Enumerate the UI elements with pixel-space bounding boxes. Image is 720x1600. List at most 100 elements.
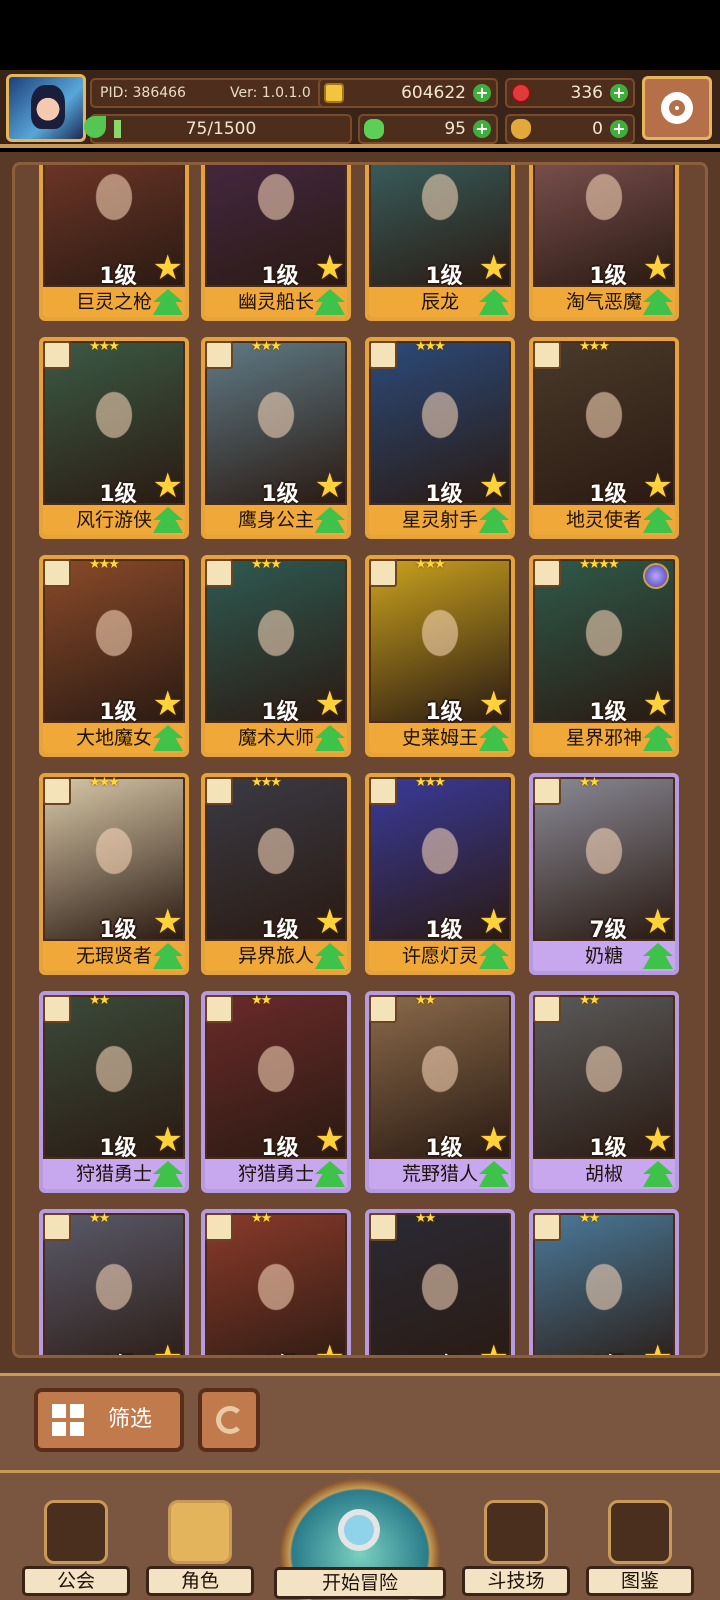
character-level: 1级 — [425, 918, 463, 943]
character-card[interactable]: 1级 ★ 幽灵船长 — [201, 165, 351, 321]
character-level: 1级 — [99, 482, 137, 507]
clover-value: 95 — [444, 119, 466, 139]
bottom-nav: 公会 角色 开始冒险 斗技场 图鉴 — [0, 1470, 720, 1600]
star-icon[interactable]: ★ — [315, 905, 345, 939]
rarity-stars: ★★ — [415, 1211, 436, 1226]
character-card[interactable]: ★★ 1级 ★ 狩猎勇士 — [39, 991, 189, 1193]
character-level: 1级 — [99, 264, 137, 289]
character-level: 1级 — [261, 918, 299, 943]
add-clovers-button[interactable]: + — [473, 120, 491, 138]
guild-icon — [44, 1500, 108, 1564]
character-card[interactable]: ★★1级★胡椒 — [529, 991, 679, 1193]
character-card[interactable]: 1级 ★ 淘气恶魔 — [529, 165, 679, 321]
character-card[interactable]: ★★★ 1级 ★ 地灵使者 — [529, 337, 679, 539]
nav-arena[interactable]: 斗技场 — [462, 1486, 570, 1596]
class-icon — [43, 777, 71, 805]
character-card[interactable]: ★★★★ 1级 ★ 星界邪神 — [529, 555, 679, 757]
gear-icon — [661, 92, 693, 124]
star-icon[interactable]: ★ — [643, 687, 673, 721]
character-card[interactable]: ★★1级★胡椒 — [39, 1209, 189, 1355]
magnifier-icon — [338, 1509, 380, 1551]
crossed-swords-icon — [484, 1500, 548, 1564]
character-card[interactable]: ★★★ 1级 ★ 星灵射手 — [365, 337, 515, 539]
character-icon — [168, 1500, 232, 1564]
star-icon[interactable]: ★ — [643, 251, 673, 285]
character-card[interactable]: ★★1级★恶狼勇士 — [529, 1209, 679, 1355]
character-card[interactable]: ★★★ 1级 ★ 许愿灯灵 — [365, 773, 515, 975]
add-gems-button[interactable]: + — [610, 84, 628, 102]
star-icon[interactable]: ★ — [479, 687, 509, 721]
star-icon[interactable]: ★ — [643, 1341, 673, 1355]
star-icon[interactable]: ★ — [153, 1123, 183, 1157]
rarity-stars: ★★★ — [415, 557, 446, 572]
character-card[interactable]: 1级 ★ 巨灵之枪 — [39, 165, 189, 321]
gem-icon — [511, 83, 531, 103]
star-icon[interactable]: ★ — [315, 687, 345, 721]
character-card[interactable]: ★★★ 1级 ★ 魔术大师 — [201, 555, 351, 757]
character-card[interactable]: ★★1级★军团铁骑 — [201, 1209, 351, 1355]
add-coins-button[interactable]: + — [473, 84, 491, 102]
rarity-stars: ★★★ — [89, 339, 120, 354]
character-card[interactable]: ★★ 1级 ★ 狩猎勇士 — [201, 991, 351, 1193]
star-icon[interactable]: ★ — [153, 469, 183, 503]
rarity-stars: ★★ — [251, 993, 272, 1008]
class-icon — [533, 995, 561, 1023]
book-icon — [608, 1500, 672, 1564]
character-card[interactable]: ★★★ 1级 ★ 鹰身公主 — [201, 337, 351, 539]
star-icon[interactable]: ★ — [643, 905, 673, 939]
star-icon[interactable]: ★ — [479, 251, 509, 285]
character-grid[interactable]: 1级 ★ 巨灵之枪 1级 ★ 幽灵船长 1级 ★ 辰龙 1级 ★ 淘气恶魔 ★★★ 1级 ★ 风行游侠 ★★★ 1… — [12, 162, 708, 1358]
star-icon[interactable]: ★ — [315, 1123, 345, 1157]
star-icon[interactable]: ★ — [643, 1123, 673, 1157]
character-card[interactable]: ★★★ 1级 ★ 史莱姆王 — [365, 555, 515, 757]
clover-icon — [364, 119, 384, 139]
star-icon[interactable]: ★ — [643, 469, 673, 503]
character-card[interactable]: 1级 ★ 辰龙 — [365, 165, 515, 321]
star-icon[interactable]: ★ — [479, 905, 509, 939]
rarity-stars: ★★★ — [415, 339, 446, 354]
star-icon[interactable]: ★ — [153, 687, 183, 721]
character-card[interactable]: ★★★ 1级 ★ 风行游侠 — [39, 337, 189, 539]
nav-adventure[interactable]: 开始冒险 — [272, 1479, 448, 1600]
class-icon — [205, 995, 233, 1023]
refresh-button[interactable] — [198, 1388, 260, 1452]
star-icon[interactable]: ★ — [315, 251, 345, 285]
filter-label: 筛选 — [108, 1407, 153, 1432]
rarity-stars: ★★ — [579, 993, 600, 1008]
character-level: 1级 — [261, 1136, 299, 1161]
star-icon[interactable]: ★ — [315, 1341, 345, 1355]
character-card[interactable]: ★★★ 1级 ★ 大地魔女 — [39, 555, 189, 757]
character-level: 1级 — [73, 1348, 163, 1355]
player-avatar[interactable] — [6, 74, 86, 142]
filter-button[interactable]: 筛选 — [34, 1388, 184, 1452]
nav-role-label: 角色 — [146, 1566, 254, 1596]
class-icon — [369, 777, 397, 805]
character-card[interactable]: ★★ 7级 ★ 奶糖 — [529, 773, 679, 975]
character-panel: 1级 ★ 巨灵之枪 1级 ★ 幽灵船长 1级 ★ 辰龙 1级 ★ 淘气恶魔 ★★★ 1级 ★ 风行游侠 ★★★ 1… — [0, 152, 720, 1360]
character-card[interactable]: ★★★ 1级 ★ 无瑕贤者 — [39, 773, 189, 975]
settings-button[interactable] — [642, 76, 712, 140]
character-card[interactable]: ★★★ 1级 ★ 异界旅人 — [201, 773, 351, 975]
nav-role[interactable]: 角色 — [146, 1486, 254, 1596]
star-icon[interactable]: ★ — [479, 469, 509, 503]
character-level: 1级 — [399, 1348, 489, 1355]
class-icon — [533, 777, 561, 805]
star-icon[interactable]: ★ — [153, 251, 183, 285]
character-level: 1级 — [99, 700, 137, 725]
class-icon — [369, 559, 397, 587]
character-card[interactable]: ★★1级★恶狼勇士 — [365, 1209, 515, 1355]
stamina-value: 75/1500 — [185, 119, 257, 139]
character-card[interactable]: ★★ 1级 ★ 荒野猎人 — [365, 991, 515, 1193]
add-food-button[interactable]: + — [610, 120, 628, 138]
star-icon[interactable]: ★ — [153, 905, 183, 939]
nav-codex[interactable]: 图鉴 — [586, 1486, 694, 1596]
class-icon — [43, 341, 71, 369]
star-icon[interactable]: ★ — [479, 1123, 509, 1157]
star-icon[interactable]: ★ — [479, 1341, 509, 1355]
star-icon[interactable]: ★ — [153, 1341, 183, 1355]
nav-guild-label: 公会 — [22, 1566, 130, 1596]
nav-guild[interactable]: 公会 — [22, 1486, 130, 1596]
rarity-stars: ★★ — [251, 1211, 272, 1226]
star-icon[interactable]: ★ — [315, 469, 345, 503]
class-icon — [533, 1213, 561, 1241]
